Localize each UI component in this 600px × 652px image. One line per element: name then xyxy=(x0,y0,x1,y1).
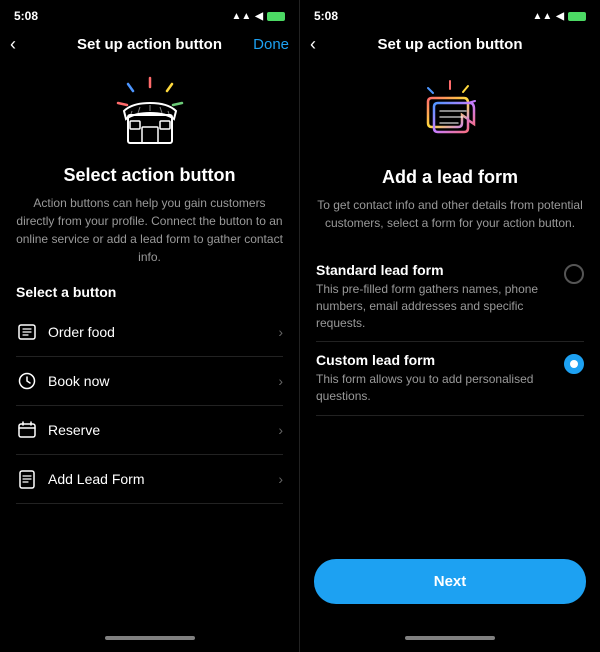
menu-item-add-lead-form[interactable]: Add Lead Form › xyxy=(16,455,283,504)
left-content: Select action button Action buttons can … xyxy=(0,63,299,628)
left-section-title: Select action button xyxy=(16,165,283,186)
reserve-label: Reserve xyxy=(48,422,100,438)
battery-icon xyxy=(267,12,285,21)
select-button-label: Select a button xyxy=(16,284,283,300)
chevron-right-icon: › xyxy=(278,422,283,438)
right-wifi-icon: ◀ xyxy=(556,11,564,22)
right-panel: 5:08 ▲▲ ◀ ‹ Set up action button xyxy=(300,0,600,652)
chevron-right-icon: › xyxy=(278,373,283,389)
wifi-icon: ◀ xyxy=(255,11,263,22)
custom-lead-form-desc: This form allows you to add personalised… xyxy=(316,371,554,405)
menu-item-reserve[interactable]: Reserve › xyxy=(16,406,283,455)
right-back-button[interactable]: ‹ xyxy=(310,34,316,55)
done-button[interactable]: Done xyxy=(253,36,289,53)
left-header-title: Set up action button xyxy=(77,36,222,53)
left-status-bar: 5:08 ▲▲ ◀ xyxy=(0,0,299,28)
left-home-indicator xyxy=(0,628,299,652)
right-home-indicator xyxy=(300,628,600,652)
left-back-button[interactable]: ‹ xyxy=(10,34,16,55)
right-content: Add a lead form To get contact info and … xyxy=(300,63,600,543)
menu-item-order-food[interactable]: Order food › xyxy=(16,308,283,357)
chevron-right-icon: › xyxy=(278,324,283,340)
left-status-icons: ▲▲ ◀ xyxy=(232,11,286,22)
right-header-title: Set up action button xyxy=(378,36,523,53)
right-signal-icon: ▲▲ xyxy=(533,11,553,22)
store-icon xyxy=(110,73,190,153)
custom-lead-form-radio[interactable] xyxy=(564,354,584,374)
right-status-bar: 5:08 ▲▲ ◀ xyxy=(300,0,600,28)
next-button-area: Next xyxy=(300,543,600,628)
chevron-right-icon: › xyxy=(278,471,283,487)
custom-lead-form-option[interactable]: Custom lead form This form allows you to… xyxy=(316,342,584,416)
home-bar xyxy=(105,636,195,640)
add-lead-form-icon xyxy=(16,468,38,490)
right-status-icons: ▲▲ ◀ xyxy=(533,11,587,22)
add-lead-form-label: Add Lead Form xyxy=(48,471,145,487)
left-time: 5:08 xyxy=(14,9,38,23)
right-header: ‹ Set up action button xyxy=(300,28,600,63)
right-section-desc: To get contact info and other details fr… xyxy=(316,196,584,232)
left-section-desc: Action buttons can help you gain custome… xyxy=(16,194,283,266)
next-button[interactable]: Next xyxy=(314,559,586,604)
left-panel: 5:08 ▲▲ ◀ ‹ Set up action button Done xyxy=(0,0,300,652)
custom-lead-form-title: Custom lead form xyxy=(316,352,554,368)
store-icon-container xyxy=(16,73,283,153)
reserve-icon xyxy=(16,419,38,441)
menu-item-book-now[interactable]: Book now › xyxy=(16,357,283,406)
right-home-bar xyxy=(405,636,495,640)
book-now-label: Book now xyxy=(48,373,109,389)
standard-lead-form-radio[interactable] xyxy=(564,264,584,284)
order-food-label: Order food xyxy=(48,324,115,340)
order-food-icon xyxy=(16,321,38,343)
lead-icon-container xyxy=(316,73,584,153)
left-header: ‹ Set up action button Done xyxy=(0,28,299,63)
signal-icon: ▲▲ xyxy=(232,11,252,22)
standard-lead-form-title: Standard lead form xyxy=(316,262,554,278)
standard-lead-form-desc: This pre-filled form gathers names, phon… xyxy=(316,281,554,331)
lead-form-icon xyxy=(410,73,490,153)
right-battery-icon xyxy=(568,12,586,21)
right-section-title: Add a lead form xyxy=(316,167,584,188)
standard-lead-form-option[interactable]: Standard lead form This pre-filled form … xyxy=(316,252,584,342)
right-time: 5:08 xyxy=(314,9,338,23)
book-now-icon xyxy=(16,370,38,392)
